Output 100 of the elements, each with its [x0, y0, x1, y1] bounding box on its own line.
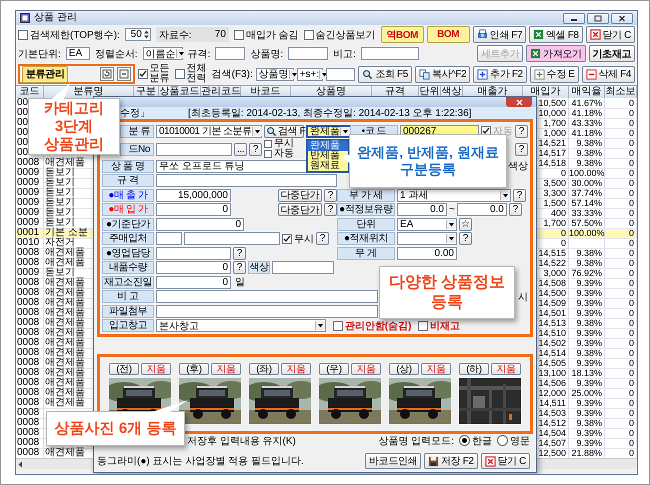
- input-field[interactable]: [360, 47, 419, 60]
- text-button[interactable]: 기초재고: [588, 45, 635, 62]
- copy-button[interactable]: 복사^F2: [414, 66, 470, 82]
- save-button[interactable]: 저장 F2: [424, 453, 478, 469]
- input-field[interactable]: 0.00: [397, 246, 457, 260]
- photo-slot-button[interactable]: (하): [459, 363, 489, 375]
- dropdown[interactable]: 상품명: [256, 68, 294, 80]
- checkbox[interactable]: 무시: [264, 139, 294, 149]
- checkbox[interactable]: 매입가 숨김: [234, 28, 299, 42]
- close-button[interactable]: [611, 12, 633, 24]
- minimize-button[interactable]: [563, 12, 585, 24]
- dropdown-option[interactable]: 완제품: [308, 140, 348, 150]
- input-field[interactable]: [156, 304, 378, 318]
- photo-slot-button[interactable]: (후): [179, 363, 209, 375]
- input-field[interactable]: [272, 261, 334, 274]
- window-title: 상품 관리: [34, 12, 77, 24]
- number-field[interactable]: 50: [124, 28, 151, 41]
- input-field[interactable]: 0.0: [456, 203, 507, 216]
- photo-slot-button[interactable]: (상): [389, 363, 419, 375]
- print-button[interactable]: 인쇄 F7: [472, 26, 526, 43]
- photo-slot-button[interactable]: (전): [109, 363, 139, 375]
- dropdown[interactable]: 본사창고: [156, 319, 326, 332]
- clear-button[interactable]: 지움: [351, 363, 381, 375]
- close-button[interactable]: 닫기 C: [586, 26, 635, 43]
- help-button[interactable]: ?: [513, 188, 526, 202]
- dropdown[interactable]: 1 과세: [397, 188, 511, 202]
- help-button[interactable]: ?: [515, 142, 528, 156]
- collapse-button[interactable]: [116, 67, 131, 81]
- field-label: 무 게: [337, 246, 395, 260]
- delete-button[interactable]: 삭제 F4: [582, 66, 635, 82]
- input-field[interactable]: [156, 290, 378, 304]
- input-field[interactable]: 0: [156, 218, 244, 231]
- bom-button[interactable]: BOM: [426, 26, 470, 43]
- input-field[interactable]: EA: [66, 47, 90, 60]
- clear-button[interactable]: 지움: [421, 363, 451, 375]
- dropdown[interactable]: 이름순: [142, 47, 183, 60]
- clear-button[interactable]: 지움: [491, 363, 521, 375]
- caret-icon: [340, 126, 350, 136]
- input-field[interactable]: [215, 47, 246, 60]
- help-button[interactable]: ?: [324, 203, 337, 216]
- radio-button[interactable]: 한글: [459, 434, 492, 448]
- dropdown[interactable]: 완제품: [306, 124, 350, 138]
- input-field[interactable]: [156, 232, 182, 246]
- favorite-button[interactable]: ☆: [459, 218, 472, 231]
- checkbox[interactable]: 모든 분류: [138, 64, 172, 84]
- checkbox[interactable]: 무시: [282, 232, 314, 246]
- input-field[interactable]: [156, 142, 232, 156]
- help-button[interactable]: ?: [459, 232, 472, 246]
- help-button[interactable]: ?: [316, 232, 329, 246]
- checkbox[interactable]: 숨긴상품보기: [304, 28, 376, 42]
- checkbox[interactable]: 관리안함(숨김): [332, 318, 412, 333]
- close-button[interactable]: 닫기 C: [480, 453, 530, 469]
- refresh-button[interactable]: [100, 67, 114, 81]
- search-button[interactable]: 조회 F5: [358, 66, 412, 82]
- checkbox[interactable]: 검색제한(TOP행수):: [18, 28, 120, 42]
- help-button[interactable]: ?: [233, 261, 246, 274]
- input-field[interactable]: [326, 68, 356, 80]
- edit-button[interactable]: 수정 E: [530, 66, 579, 82]
- dropdown[interactable]: +s+:: [296, 68, 323, 80]
- clear-button[interactable]: 지움: [141, 363, 171, 375]
- excel-button[interactable]: 가져오기: [526, 45, 586, 62]
- category-button[interactable]: 분류관리: [22, 66, 68, 82]
- dropdown[interactable]: [397, 232, 457, 246]
- maximize-button[interactable]: [587, 12, 609, 24]
- checkbox[interactable]: 자동: [264, 149, 294, 159]
- clear-button[interactable]: 지움: [281, 363, 311, 375]
- add-button[interactable]: 추가 F2: [473, 66, 527, 82]
- excel-button[interactable]: 엑셀 F8: [529, 26, 583, 43]
- callout-pointer: [50, 83, 72, 99]
- caret-icon: [446, 220, 456, 229]
- input-field[interactable]: 15,000,000: [156, 188, 231, 202]
- help-button[interactable]: ?: [515, 124, 528, 138]
- help-button[interactable]: ?: [508, 203, 522, 216]
- help-button[interactable]: ?: [233, 246, 246, 260]
- search-button[interactable]: 검색 F: [264, 124, 304, 138]
- dropdown[interactable]: 01010001 기본 소분류: [156, 124, 262, 138]
- input-field[interactable]: [156, 246, 231, 260]
- checkbox[interactable]: 비재고: [418, 318, 460, 333]
- checkbox[interactable]: 전체 전력: [174, 64, 209, 84]
- input-field[interactable]: [184, 232, 280, 246]
- spinner-icon: [142, 29, 150, 40]
- photo-slot-button[interactable]: (우): [319, 363, 349, 375]
- help-button[interactable]: ?: [324, 188, 337, 202]
- text-button[interactable]: 바코드인쇄: [365, 453, 422, 469]
- clear-button[interactable]: 지움: [211, 363, 241, 375]
- input-field[interactable]: [288, 47, 328, 60]
- plus-icon: [477, 68, 488, 80]
- field-label: 상품명:: [250, 48, 284, 60]
- input-field[interactable]: [156, 174, 337, 188]
- dropdown[interactable]: EA: [397, 218, 457, 231]
- browse-button[interactable]: ...: [234, 142, 248, 156]
- multi-price-button[interactable]: 다중단가: [278, 203, 322, 216]
- multi-price-button[interactable]: 다중단가: [278, 188, 322, 202]
- input-field[interactable]: 0: [156, 276, 231, 289]
- input-field[interactable]: 0: [156, 261, 231, 274]
- bom-button[interactable]: 역BOM: [380, 26, 424, 43]
- photo-slot-button[interactable]: (좌): [249, 363, 279, 375]
- input-field[interactable]: 0: [156, 203, 231, 216]
- input-field[interactable]: 0.0: [397, 203, 447, 216]
- help-button[interactable]: ?: [249, 142, 262, 156]
